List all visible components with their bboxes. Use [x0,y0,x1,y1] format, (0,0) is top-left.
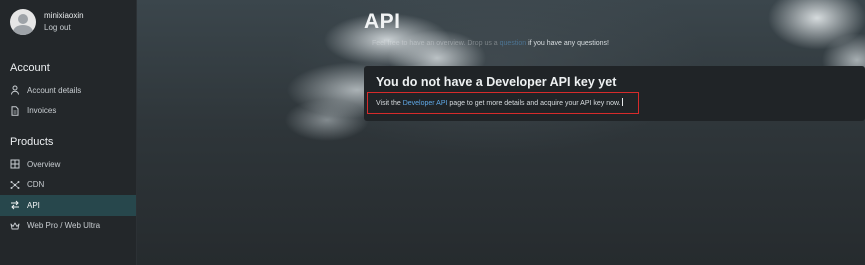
sidebar-item-overview[interactable]: Overview [0,154,136,175]
text-cursor [621,98,623,106]
username: minixiaoxin [44,11,84,20]
api-key-notice-card: You do not have a Developer API key yet … [364,66,865,121]
sidebar-item-label: Account details [27,85,82,95]
sidebar-item-label: Web Pro / Web Ultra [27,221,101,231]
document-icon [10,106,20,116]
grid-icon [10,159,20,169]
card-text-before: Visit the [376,100,403,107]
sidebar-item-account-details[interactable]: Account details [0,80,136,101]
section-title-products: Products [10,136,54,148]
card-text: Visit the Developer API page to get more… [376,98,623,107]
sidebar-item-api[interactable]: API [0,195,136,216]
intro-question-link[interactable]: question [500,40,526,47]
page-title: API [364,10,401,33]
crown-icon [10,221,20,231]
main-content: API Feel free to have an overview. Drop … [137,0,865,265]
person-icon [10,85,20,95]
sidebar-item-cdn[interactable]: CDN [0,175,136,196]
card-title: You do not have a Developer API key yet [376,75,617,89]
logout-link[interactable]: Log out [44,22,84,34]
avatar[interactable] [10,9,36,35]
swap-arrows-icon [10,200,20,210]
user-panel: minixiaoxin Log out [0,0,136,44]
section-title-account: Account [10,62,50,74]
sidebar-item-label: Invoices [27,106,57,116]
sidebar-item-label: Overview [27,159,61,169]
account-nav: Account details Invoices [0,80,136,121]
network-icon [10,180,20,190]
sidebar-item-invoices[interactable]: Invoices [0,101,136,122]
card-text-after: page to get more details and acquire you… [447,100,621,107]
user-text: minixiaoxin Log out [44,10,84,34]
sidebar: minixiaoxin Log out Account Account deta… [0,0,137,265]
developer-api-link[interactable]: Developer API [403,100,448,107]
intro-tail-text: if you have any questions! [528,40,610,47]
sidebar-item-label: CDN [27,180,45,190]
sidebar-item-label: API [27,200,40,210]
intro-text: Feel free to have an overview. Drop us a… [372,40,609,47]
intro-faded-text: Feel free to have an overview. Drop us a [372,40,498,47]
products-nav: Overview CDN API Web Pro / Web Ultra [0,154,136,236]
sidebar-item-web-pro[interactable]: Web Pro / Web Ultra [0,216,136,237]
avatar-body-shape [13,25,33,35]
avatar-head-shape [18,14,28,24]
